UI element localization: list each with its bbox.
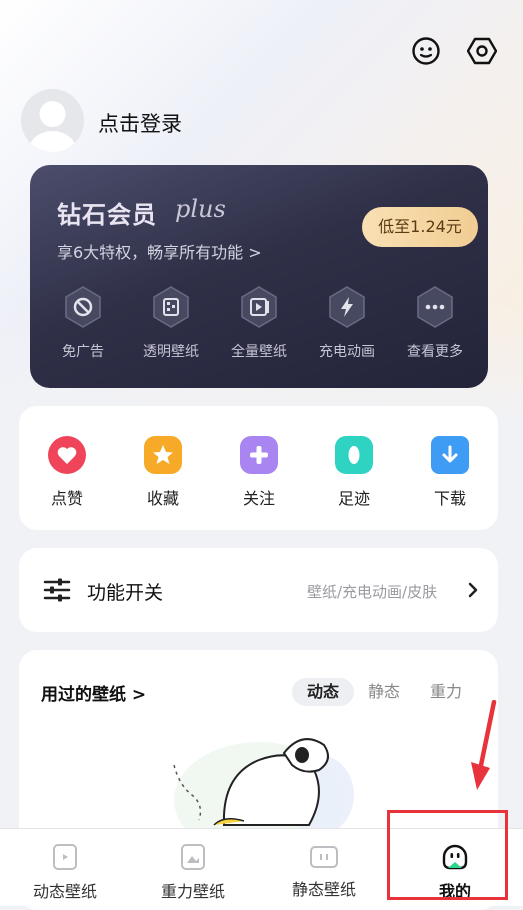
footprint-icon: [335, 436, 373, 474]
tab-dynamic[interactable]: 动态: [292, 678, 354, 706]
nav-static-wallpaper[interactable]: 静态壁纸: [269, 829, 379, 906]
feature-label: 透明壁纸: [143, 344, 199, 360]
vip-feature-no-ads[interactable]: 免广告: [43, 285, 123, 361]
download-folder-icon: [431, 436, 469, 474]
vip-title: 钻石会员: [57, 201, 157, 229]
login-link[interactable]: 点击登录: [98, 108, 182, 138]
quick-label: 关注: [242, 489, 275, 508]
transparent-wallpaper-icon: [151, 285, 191, 329]
nav-label: 静态壁纸: [291, 880, 356, 899]
plus-icon: [240, 436, 278, 474]
quick-like[interactable]: 点赞: [32, 436, 102, 509]
feature-label: 充电动画: [319, 344, 375, 360]
tab-gravity[interactable]: 重力: [421, 678, 471, 706]
star-icon: [144, 436, 182, 474]
dynamic-wallpaper-icon: [53, 844, 77, 870]
heart-icon: [48, 436, 86, 474]
function-switch-title: 功能开关: [87, 582, 164, 604]
nav-gravity-wallpaper[interactable]: 重力壁纸: [138, 829, 248, 906]
empty-state-illustration: [164, 725, 364, 858]
vip-card[interactable]: 钻石会员 plus 享6大特权，畅享所有功能 > 低至1.24元 免广告 透明壁…: [30, 165, 488, 388]
vip-price-button[interactable]: 低至1.24元: [362, 207, 478, 247]
static-wallpaper-icon: [310, 846, 338, 868]
quick-follow[interactable]: 关注: [224, 436, 294, 509]
tab-static[interactable]: 静态: [359, 678, 409, 706]
feature-label: 免广告: [62, 344, 104, 360]
all-wallpaper-icon: [239, 285, 279, 329]
used-wallpapers-title[interactable]: 用过的壁纸 >: [41, 680, 146, 705]
annotation-arrow-icon: [468, 699, 498, 792]
vip-feature-transparent[interactable]: 透明壁纸: [131, 285, 211, 361]
charging-icon: [327, 285, 367, 329]
quick-label: 收藏: [146, 489, 179, 508]
quick-label: 点赞: [50, 489, 83, 508]
quick-favorite[interactable]: 收藏: [128, 436, 198, 509]
vip-plus-label: plus: [175, 195, 226, 223]
quick-download[interactable]: 下载: [415, 436, 485, 509]
nav-label: 重力壁纸: [160, 882, 225, 901]
vip-feature-more[interactable]: 查看更多: [395, 285, 475, 361]
quick-actions-card: 点赞 收藏 关注 足迹 下载: [19, 406, 498, 530]
function-switch-subtitle: 壁纸/充电动画/皮肤: [307, 583, 438, 601]
no-ads-icon: [63, 285, 103, 329]
quick-label: 足迹: [337, 489, 370, 508]
feature-label: 全量壁纸: [231, 344, 287, 360]
nav-label: 动态壁纸: [32, 882, 97, 901]
quick-label: 下载: [433, 489, 466, 508]
more-icon: [415, 285, 455, 329]
sliders-icon: [43, 576, 71, 604]
vip-feature-charging[interactable]: 充电动画: [307, 285, 387, 361]
highlight-box: [387, 810, 508, 900]
vip-subtitle[interactable]: 享6大特权，畅享所有功能 >: [57, 239, 262, 263]
function-switch-row[interactable]: 功能开关 壁纸/充电动画/皮肤: [19, 548, 498, 632]
vip-feature-all-wallpaper[interactable]: 全量壁纸: [219, 285, 299, 361]
settings-hexagon-icon[interactable]: [466, 36, 498, 66]
smile-face-icon[interactable]: [411, 36, 441, 66]
feature-label: 查看更多: [407, 344, 463, 360]
gravity-wallpaper-icon: [181, 844, 205, 870]
nav-dynamic-wallpaper[interactable]: 动态壁纸: [10, 829, 120, 906]
avatar[interactable]: [21, 89, 84, 152]
quick-footprint[interactable]: 足迹: [319, 436, 389, 509]
chevron-right-icon: [467, 581, 479, 599]
